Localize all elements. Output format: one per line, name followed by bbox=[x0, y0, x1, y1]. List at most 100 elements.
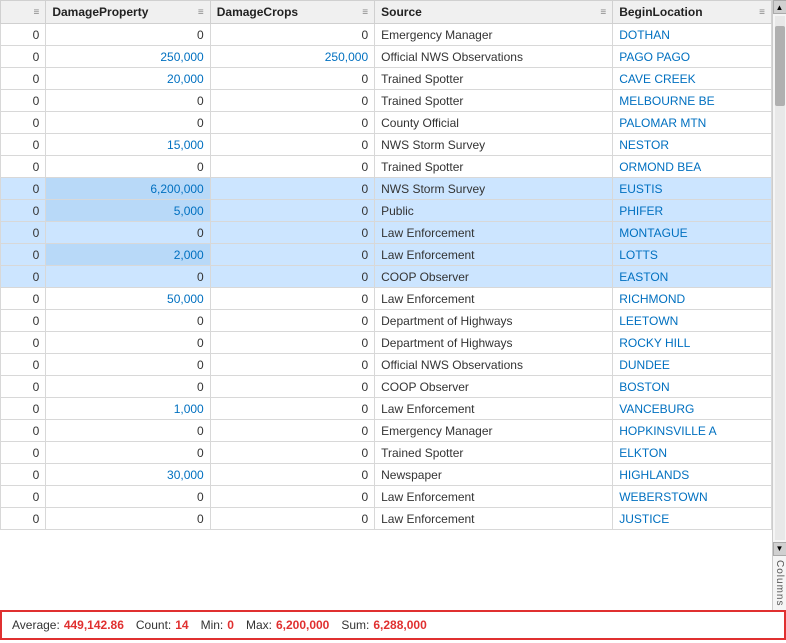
cell-source: Law Enforcement bbox=[375, 508, 613, 530]
cell-source: Public bbox=[375, 200, 613, 222]
sort-icon-damage-property[interactable]: ≡ bbox=[198, 7, 204, 18]
col-source-label: Source bbox=[381, 5, 422, 19]
cell-damage-property: 0 bbox=[46, 266, 210, 288]
cell-damage-crops: 0 bbox=[210, 508, 374, 530]
table-row[interactable]: 05,0000PublicPHIFER bbox=[1, 200, 772, 222]
cell-source: Law Enforcement bbox=[375, 222, 613, 244]
table-row[interactable]: 02,0000Law EnforcementLOTTS bbox=[1, 244, 772, 266]
cell-begin-location: PHIFER bbox=[613, 200, 772, 222]
main-container: ≡ DamageProperty ≡ DamageCrops bbox=[0, 0, 786, 643]
cell-begin-location: EUSTIS bbox=[613, 178, 772, 200]
scroll-up-btn[interactable]: ▲ bbox=[773, 0, 786, 14]
cell-rownum: 0 bbox=[1, 332, 46, 354]
cell-source: Trained Spotter bbox=[375, 156, 613, 178]
scrollbar-track[interactable] bbox=[775, 16, 785, 540]
cell-begin-location: MELBOURNE BE bbox=[613, 90, 772, 112]
table-row[interactable]: 015,0000NWS Storm SurveyNESTOR bbox=[1, 134, 772, 156]
table-row[interactable]: 06,200,0000NWS Storm SurveyEUSTIS bbox=[1, 178, 772, 200]
sort-icon-damage-crops[interactable]: ≡ bbox=[362, 7, 368, 18]
min-label: Min: bbox=[201, 618, 224, 632]
max-label: Max: bbox=[246, 618, 272, 632]
col-damage-crops-label: DamageCrops bbox=[217, 5, 298, 19]
cell-source: NWS Storm Survey bbox=[375, 178, 613, 200]
col-begin-location-label: BeginLocation bbox=[619, 5, 702, 19]
col-header-rownum: ≡ bbox=[1, 1, 46, 24]
cell-source: Law Enforcement bbox=[375, 244, 613, 266]
table-row[interactable]: 020,0000Trained SpotterCAVE CREEK bbox=[1, 68, 772, 90]
cell-source: COOP Observer bbox=[375, 266, 613, 288]
cell-source: COOP Observer bbox=[375, 376, 613, 398]
cell-rownum: 0 bbox=[1, 46, 46, 68]
table-row[interactable]: 000Trained SpotterMELBOURNE BE bbox=[1, 90, 772, 112]
table-row[interactable]: 0250,000250,000Official NWS Observations… bbox=[1, 46, 772, 68]
cell-damage-property: 20,000 bbox=[46, 68, 210, 90]
cell-source: NWS Storm Survey bbox=[375, 134, 613, 156]
table-body: 000Emergency ManagerDOTHAN0250,000250,00… bbox=[1, 24, 772, 530]
cell-rownum: 0 bbox=[1, 68, 46, 90]
cell-damage-property: 0 bbox=[46, 420, 210, 442]
cell-damage-property: 0 bbox=[46, 486, 210, 508]
cell-begin-location: ROCKY HILL bbox=[613, 332, 772, 354]
cell-damage-crops: 0 bbox=[210, 200, 374, 222]
table-row[interactable]: 000Emergency ManagerDOTHAN bbox=[1, 24, 772, 46]
cell-damage-property: 50,000 bbox=[46, 288, 210, 310]
cell-damage-property: 30,000 bbox=[46, 464, 210, 486]
table-row[interactable]: 000Law EnforcementJUSTICE bbox=[1, 508, 772, 530]
cell-damage-crops: 0 bbox=[210, 244, 374, 266]
cell-source: Emergency Manager bbox=[375, 24, 613, 46]
table-row[interactable]: 000Emergency ManagerHOPKINSVILLE A bbox=[1, 420, 772, 442]
table-row[interactable]: 000Law EnforcementWEBERSTOWN bbox=[1, 486, 772, 508]
table-row[interactable]: 050,0000Law EnforcementRICHMOND bbox=[1, 288, 772, 310]
cell-begin-location: NESTOR bbox=[613, 134, 772, 156]
table-row[interactable]: 000Official NWS ObservationsDUNDEE bbox=[1, 354, 772, 376]
cell-damage-crops: 0 bbox=[210, 222, 374, 244]
cell-begin-location: MONTAGUE bbox=[613, 222, 772, 244]
table-row[interactable]: 000Department of HighwaysROCKY HILL bbox=[1, 332, 772, 354]
sum-value: 6,288,000 bbox=[373, 618, 426, 632]
sort-icon-rownum[interactable]: ≡ bbox=[34, 7, 40, 18]
col-header-damage-crops: DamageCrops ≡ bbox=[210, 1, 374, 24]
cell-damage-property: 0 bbox=[46, 310, 210, 332]
table-row[interactable]: 000Department of HighwaysLEETOWN bbox=[1, 310, 772, 332]
cell-begin-location: LOTTS bbox=[613, 244, 772, 266]
cell-source: Newspaper bbox=[375, 464, 613, 486]
table-row[interactable]: 030,0000NewspaperHIGHLANDS bbox=[1, 464, 772, 486]
cell-rownum: 0 bbox=[1, 134, 46, 156]
cell-damage-property: 0 bbox=[46, 156, 210, 178]
table-row[interactable]: 000Law EnforcementMONTAGUE bbox=[1, 222, 772, 244]
table-row[interactable]: 000County OfficialPALOMAR MTN bbox=[1, 112, 772, 134]
table-row[interactable]: 000Trained SpotterORMOND BEA bbox=[1, 156, 772, 178]
cell-damage-property: 250,000 bbox=[46, 46, 210, 68]
table-row[interactable]: 000COOP ObserverBOSTON bbox=[1, 376, 772, 398]
table-row[interactable]: 000COOP ObserverEASTON bbox=[1, 266, 772, 288]
cell-rownum: 0 bbox=[1, 156, 46, 178]
count-value: 14 bbox=[175, 618, 188, 632]
grid-area: ≡ DamageProperty ≡ DamageCrops bbox=[0, 0, 786, 610]
table-row[interactable]: 01,0000Law EnforcementVANCEBURG bbox=[1, 398, 772, 420]
cell-begin-location: HIGHLANDS bbox=[613, 464, 772, 486]
cell-rownum: 0 bbox=[1, 420, 46, 442]
cell-rownum: 0 bbox=[1, 464, 46, 486]
cell-begin-location: BOSTON bbox=[613, 376, 772, 398]
cell-source: Emergency Manager bbox=[375, 420, 613, 442]
cell-damage-crops: 0 bbox=[210, 178, 374, 200]
min-value: 0 bbox=[227, 618, 234, 632]
cell-rownum: 0 bbox=[1, 178, 46, 200]
scroll-down-btn[interactable]: ▼ bbox=[773, 542, 786, 556]
col-damage-property-label: DamageProperty bbox=[52, 5, 148, 19]
data-table: ≡ DamageProperty ≡ DamageCrops bbox=[0, 0, 772, 530]
cell-damage-property: 0 bbox=[46, 112, 210, 134]
cell-begin-location: CAVE CREEK bbox=[613, 68, 772, 90]
sort-icon-source[interactable]: ≡ bbox=[600, 7, 606, 18]
cell-damage-crops: 0 bbox=[210, 90, 374, 112]
cell-damage-crops: 0 bbox=[210, 442, 374, 464]
cell-begin-location: ORMOND BEA bbox=[613, 156, 772, 178]
table-row[interactable]: 000Trained SpotterELKTON bbox=[1, 442, 772, 464]
table-scroll-area[interactable]: ≡ DamageProperty ≡ DamageCrops bbox=[0, 0, 772, 610]
table-header: ≡ DamageProperty ≡ DamageCrops bbox=[1, 1, 772, 24]
cell-rownum: 0 bbox=[1, 376, 46, 398]
cell-begin-location: LEETOWN bbox=[613, 310, 772, 332]
scrollbar-thumb[interactable] bbox=[775, 26, 785, 106]
cell-begin-location: HOPKINSVILLE A bbox=[613, 420, 772, 442]
sort-icon-begin-location[interactable]: ≡ bbox=[759, 7, 765, 18]
